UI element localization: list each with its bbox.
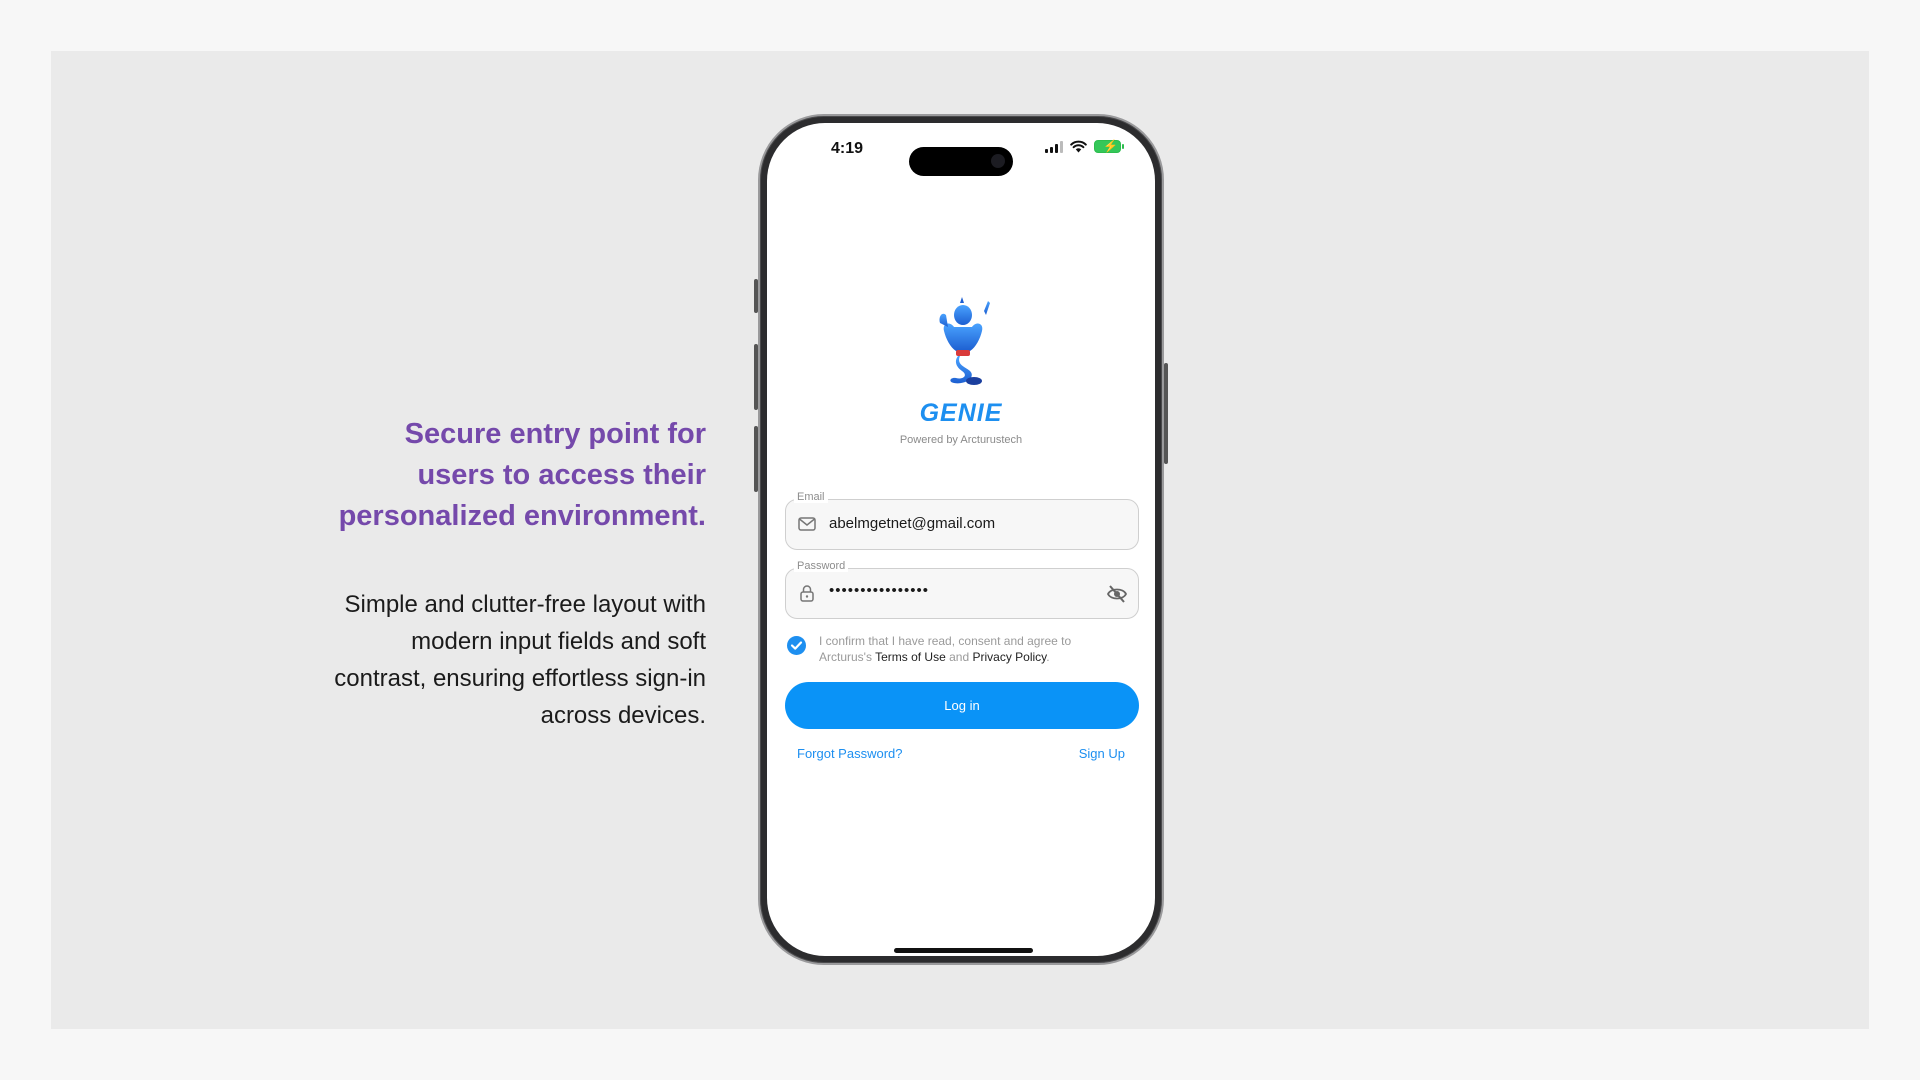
mail-icon [798,517,816,531]
action-button [754,279,758,313]
powered-by-text: Powered by Arcturustech [899,434,1023,446]
volume-down-button [754,426,758,492]
password-field[interactable]: Password •••••••••••••••• [785,560,1139,619]
consent-text: I confirm that I have read, consent and … [819,633,1119,665]
consent-period: . [1046,650,1050,664]
feature-headline: Secure entry point for users to access t… [286,414,706,537]
description-line: modern input fields and soft [411,628,706,655]
description-line: across devices. [540,702,706,729]
password-label: Password [794,560,849,572]
forgot-password-link[interactable]: Forgot Password? [797,746,903,761]
status-time: 4:19 [831,140,864,157]
brand-name: GENIE [919,399,1003,427]
sign-up-link[interactable]: Sign Up [1079,746,1125,761]
headline-line: personalized environment. [338,500,706,532]
terms-link[interactable]: Terms of Use [875,650,946,664]
email-value: abelmgetnet@gmail.com [829,515,996,532]
headline-line: users to access their [417,459,706,491]
consent-checkbox[interactable] [787,636,806,655]
power-button [1164,363,1168,464]
email-field[interactable]: Email abelmgetnet@gmail.com [785,491,1139,550]
cellular-signal-icon [1045,140,1063,153]
login-button[interactable]: Log in [785,682,1139,729]
lock-icon [800,585,814,602]
privacy-link[interactable]: Privacy Policy [972,650,1046,664]
genie-mascot-icon [939,297,990,385]
check-icon [790,641,803,650]
feature-description: Simple and clutter-free layout with mode… [266,586,706,734]
password-value: •••••••••••••••• [829,582,930,599]
email-label: Email [794,491,828,503]
consent-and: and [945,650,973,664]
camera-icon [991,154,1005,168]
wifi-icon [1070,140,1087,153]
phone-screen: 4:19 ⚡ GENIE Powered by Arcturustech Ema… [767,123,1155,956]
home-indicator [894,948,1033,953]
battery-charging-icon: ⚡ [1094,139,1124,153]
volume-up-button [754,344,758,410]
eye-off-icon[interactable] [1106,583,1128,605]
dynamic-island [909,147,1013,176]
phone-mockup: 4:19 ⚡ GENIE Powered by Arcturustech Ema… [754,114,1168,965]
description-line: contrast, ensuring effortless sign-in [334,665,706,692]
description-line: Simple and clutter-free layout with [344,591,707,618]
status-icons: ⚡ [1045,139,1124,153]
headline-line: Secure entry point for [404,418,706,450]
